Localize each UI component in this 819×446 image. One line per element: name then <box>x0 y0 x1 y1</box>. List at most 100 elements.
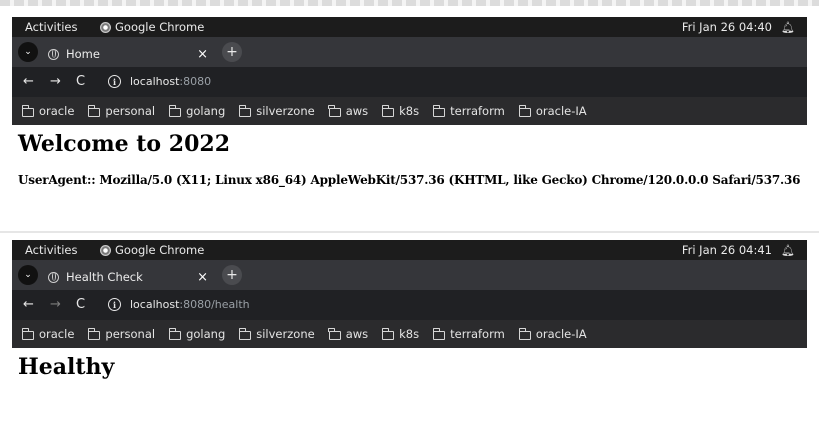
url-host: localhost <box>130 75 180 88</box>
tab-home[interactable]: Home × <box>42 41 214 67</box>
app-menu[interactable]: Google Chrome <box>100 20 204 34</box>
close-tab-button[interactable]: × <box>197 47 208 62</box>
toolbar: ← → C i localhost:8080 <box>12 67 807 97</box>
site-info-icon[interactable]: i <box>108 75 121 88</box>
folder-icon <box>328 105 341 117</box>
chrome-icon <box>100 244 111 256</box>
page-heading: Welcome to 2022 <box>18 131 230 157</box>
tab-title: Home <box>66 47 100 61</box>
bookmark-label: oracle <box>39 327 75 341</box>
bookmark-label: k8s <box>399 327 420 341</box>
folder-icon <box>168 328 182 340</box>
folder-icon <box>328 328 341 340</box>
bookmark-label: terraform <box>450 327 505 341</box>
bookmark-terraform[interactable]: terraform <box>432 104 505 118</box>
screenshot-divider <box>0 228 819 240</box>
system-top-bar: Activities Google Chrome Fri Jan 26 04:4… <box>12 17 807 37</box>
notification-bell-icon[interactable]: 🔔︎ <box>781 244 795 257</box>
bookmark-k8s[interactable]: k8s <box>381 327 420 341</box>
back-button[interactable]: ← <box>23 297 34 313</box>
url-host: localhost <box>130 298 180 311</box>
url-path: :8080/health <box>179 298 250 311</box>
folder-icon <box>88 328 101 340</box>
forward-button[interactable]: → <box>50 74 61 90</box>
page-content: Welcome to 2022 UserAgent:: Mozilla/5.0 … <box>12 131 807 187</box>
bookmark-oracle[interactable]: oracle <box>21 104 75 118</box>
bookmark-aws[interactable]: aws <box>328 104 369 118</box>
bookmark-label: oracle <box>39 104 75 118</box>
bookmark-aws[interactable]: aws <box>328 327 369 341</box>
globe-icon <box>48 48 59 60</box>
address-bar[interactable]: localhost:8080 <box>130 75 211 88</box>
bookmark-golang[interactable]: golang <box>168 104 226 118</box>
bookmark-label: personal <box>105 327 156 341</box>
forward-button[interactable]: → <box>50 297 61 313</box>
globe-icon <box>48 271 59 283</box>
bookmark-k8s[interactable]: k8s <box>381 104 420 118</box>
app-menu[interactable]: Google Chrome <box>100 243 204 257</box>
bookmark-label: oracle-IA <box>535 327 587 341</box>
system-top-bar: Activities Google Chrome Fri Jan 26 04:4… <box>12 240 807 260</box>
tab-title: Health Check <box>66 270 143 284</box>
bookmark-label: oracle-IA <box>535 104 587 118</box>
folder-icon <box>381 328 395 340</box>
bookmark-oracle-ia[interactable]: oracle-IA <box>518 327 587 341</box>
toolbar: ← → C i localhost:8080/health <box>12 290 807 320</box>
folder-icon <box>432 105 446 117</box>
app-name: Google Chrome <box>115 20 205 34</box>
folder-icon <box>168 105 182 117</box>
site-info-icon[interactable]: i <box>108 298 121 311</box>
tab-strip: ⌄ Health Check × + <box>12 260 807 290</box>
activities-button[interactable]: Activities <box>25 243 77 257</box>
tab-search-button[interactable]: ⌄ <box>18 265 38 285</box>
chrome-icon <box>100 21 111 33</box>
screenshot-home: Activities Google Chrome Fri Jan 26 04:4… <box>12 17 807 228</box>
bookmark-label: aws <box>345 104 369 118</box>
bookmark-label: silverzone <box>256 327 315 341</box>
bookmark-label: k8s <box>399 104 420 118</box>
bookmark-label: aws <box>345 327 369 341</box>
tab-search-button[interactable]: ⌄ <box>18 42 38 62</box>
bookmark-label: terraform <box>450 104 505 118</box>
reload-button[interactable]: C <box>76 297 85 313</box>
bookmarks-bar: oracle personal golang silverzone aws k8… <box>12 320 807 348</box>
folder-icon <box>238 105 252 117</box>
new-tab-button[interactable]: + <box>222 42 242 62</box>
bookmark-terraform[interactable]: terraform <box>432 327 505 341</box>
clock[interactable]: Fri Jan 26 04:40 <box>682 20 772 34</box>
folder-icon <box>381 105 395 117</box>
tab-health-check[interactable]: Health Check × <box>42 264 214 290</box>
new-tab-button[interactable]: + <box>222 265 242 285</box>
app-name: Google Chrome <box>115 243 205 257</box>
page-heading: Healthy <box>18 354 115 380</box>
bookmark-oracle-ia[interactable]: oracle-IA <box>518 104 587 118</box>
bookmark-label: personal <box>105 104 156 118</box>
folder-icon <box>518 328 531 340</box>
user-agent-text: UserAgent:: Mozilla/5.0 (X11; Linux x86_… <box>18 173 801 187</box>
notification-bell-icon[interactable]: 🔔︎ <box>781 21 795 34</box>
screenshot-health: Activities Google Chrome Fri Jan 26 04:4… <box>12 240 807 446</box>
folder-icon <box>88 105 101 117</box>
url-path: :8080 <box>179 75 212 88</box>
folder-icon <box>518 105 531 117</box>
page-content: Healthy <box>12 354 807 380</box>
top-border <box>0 0 819 6</box>
folder-icon <box>21 105 34 117</box>
close-tab-button[interactable]: × <box>197 270 208 285</box>
bookmark-personal[interactable]: personal <box>88 327 155 341</box>
bookmark-silverzone[interactable]: silverzone <box>238 327 315 341</box>
back-button[interactable]: ← <box>23 74 34 90</box>
folder-icon <box>432 328 446 340</box>
bookmark-label: golang <box>186 327 226 341</box>
clock[interactable]: Fri Jan 26 04:41 <box>682 243 772 257</box>
address-bar[interactable]: localhost:8080/health <box>130 298 250 311</box>
bookmark-label: golang <box>186 104 226 118</box>
folder-icon <box>238 328 252 340</box>
activities-button[interactable]: Activities <box>25 20 77 34</box>
bookmark-personal[interactable]: personal <box>88 104 155 118</box>
bookmark-silverzone[interactable]: silverzone <box>238 104 315 118</box>
bookmark-oracle[interactable]: oracle <box>21 327 75 341</box>
reload-button[interactable]: C <box>76 74 85 90</box>
bookmark-golang[interactable]: golang <box>168 327 226 341</box>
tab-strip: ⌄ Home × + <box>12 37 807 67</box>
